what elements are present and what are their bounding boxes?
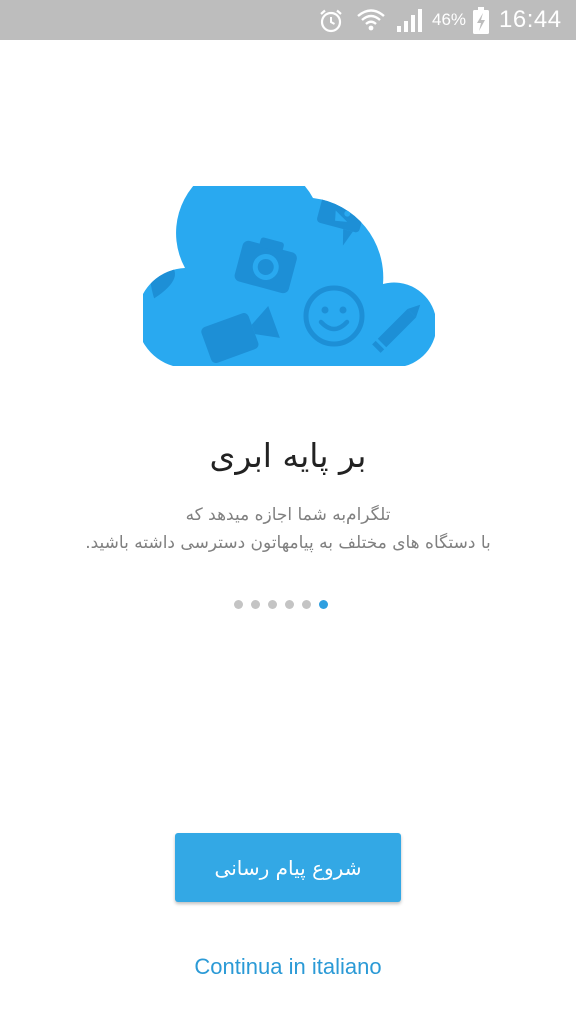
intro-title: بر پایه ابری <box>209 436 367 475</box>
page-dot <box>251 599 260 609</box>
status-clock: 16:44 <box>499 6 562 33</box>
status-bar: 46% 16:44 <box>0 0 576 40</box>
signal-icon <box>397 9 422 32</box>
intro-description: تلگرام‌به شما اجازه میدهد که با دستگاه ه… <box>20 501 556 557</box>
battery-percent: 46% <box>432 10 467 29</box>
page-indicator <box>234 599 328 609</box>
intro-description-line-2: با دستگاه های مختلف به پیامهاتون دسترسی … <box>85 533 491 553</box>
page-dot <box>285 599 294 609</box>
page-dot <box>268 599 277 609</box>
page-dot-active <box>319 599 328 609</box>
alarm-icon <box>320 9 342 33</box>
battery-charging-icon <box>473 7 489 34</box>
page-dot <box>302 599 311 609</box>
start-messaging-button[interactable]: شروع پیام رسانی <box>175 833 401 902</box>
page-dot <box>234 599 243 609</box>
intro-description-line-1: تلگرام‌به شما اجازه میدهد که <box>185 505 391 525</box>
wifi-icon <box>357 9 385 31</box>
cloud-illustration <box>143 186 435 366</box>
language-switch-link[interactable]: Continua in italiano <box>0 954 576 980</box>
